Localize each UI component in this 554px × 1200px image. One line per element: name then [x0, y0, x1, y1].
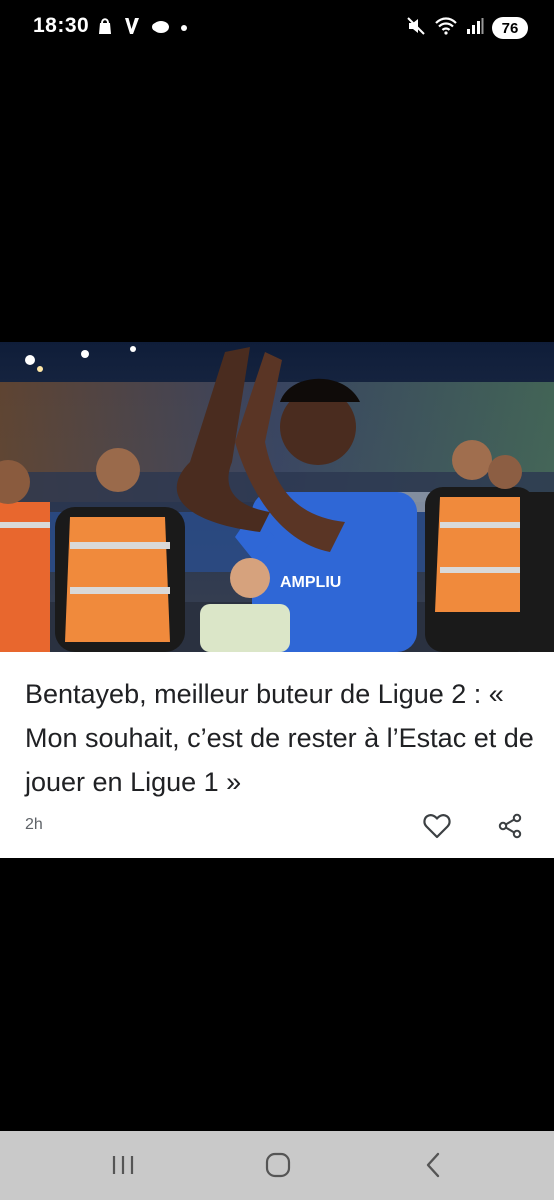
shopping-bag-icon: [96, 16, 114, 41]
home-button[interactable]: [254, 1145, 302, 1185]
back-button[interactable]: [409, 1145, 457, 1185]
status-right-icons: 76: [406, 15, 528, 41]
status-left-icons: [96, 16, 188, 40]
battery-badge: 76: [492, 17, 528, 39]
dot-icon: [180, 19, 188, 37]
v-app-icon: [124, 16, 140, 41]
recent-apps-button[interactable]: [99, 1145, 147, 1185]
share-icon: [498, 813, 522, 839]
share-button[interactable]: [492, 808, 528, 844]
football-player-photo: AMPLIU: [0, 342, 554, 652]
mute-icon: [406, 16, 426, 41]
recent-apps-icon: [112, 1156, 134, 1174]
like-button[interactable]: [419, 808, 455, 844]
screen: 18:30 76 AMPLIU Bentayeb, meilleur buteu…: [0, 0, 554, 1200]
back-icon: [426, 1152, 440, 1178]
navigation-bar: [0, 1131, 554, 1200]
status-time: 18:30: [33, 14, 90, 37]
signal-icon: [466, 17, 484, 40]
heart-icon: [423, 814, 451, 839]
status-bar: 18:30 76: [0, 0, 554, 58]
article-headline[interactable]: Bentayeb, meilleur buteur de Ligue 2 : «…: [25, 672, 535, 804]
svg-text:AMPLIU: AMPLIU: [280, 574, 341, 591]
weather-icon: [150, 18, 170, 39]
article-image[interactable]: AMPLIU: [0, 342, 554, 652]
article-card[interactable]: AMPLIU Bentayeb, meilleur buteur de Ligu…: [0, 342, 554, 858]
article-time: 2h: [25, 816, 43, 833]
home-icon: [265, 1152, 291, 1178]
wifi-icon: [434, 16, 458, 40]
